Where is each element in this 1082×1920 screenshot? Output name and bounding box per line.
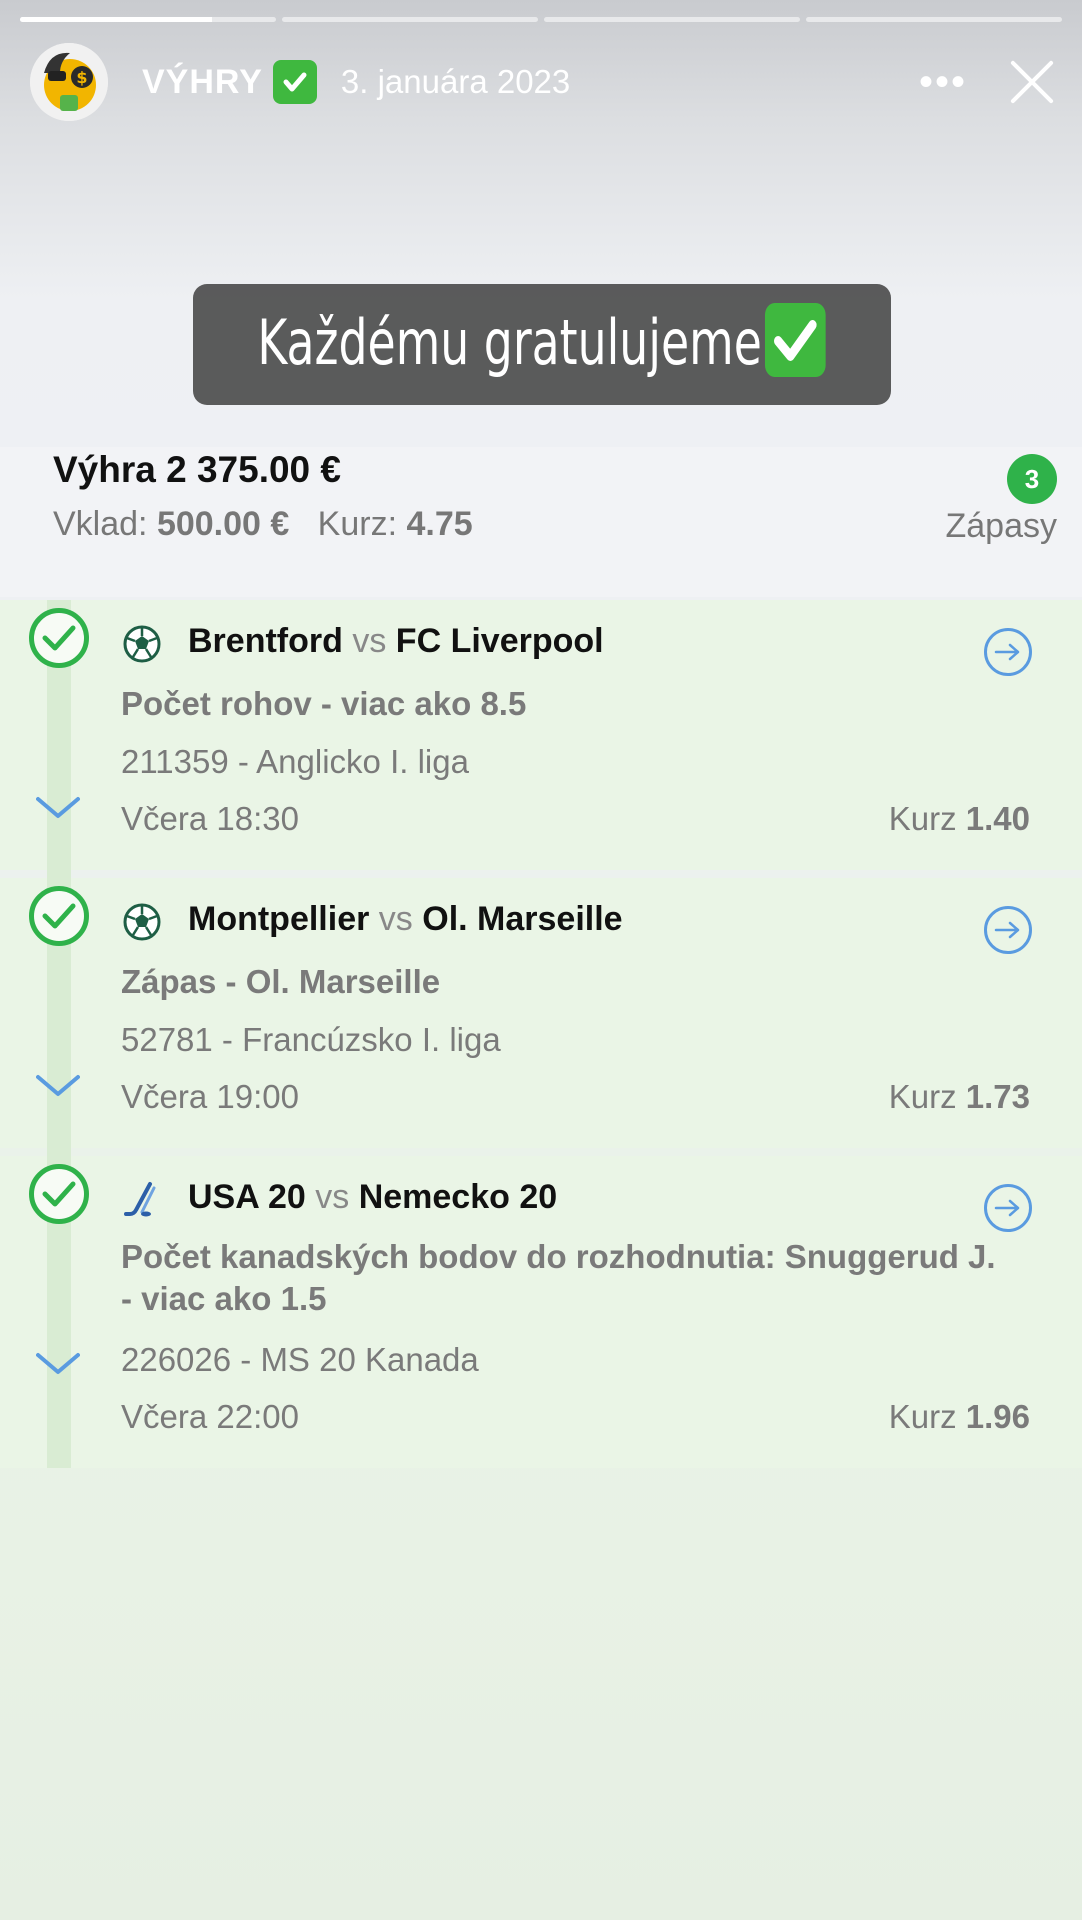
ticket-summary: Výhra 2 375.00 € Vklad: 500.00 € Kurz: 4… [0,447,1082,597]
bet-league: 211359 - Anglicko I. liga [121,743,469,780]
matches-count-badge: 3 [1007,454,1057,504]
bet-market-line: - viac ako 1.5 [121,1280,327,1317]
stake-value: 500.00 € [156,505,290,543]
away-team: FC Liverpool [395,622,604,660]
soccer-ball-icon [123,625,161,663]
home-team: Montpellier [188,900,370,938]
progress-segment [20,17,276,22]
check-mark-icon [765,303,827,378]
chevron-down-icon[interactable] [36,1074,80,1098]
home-team: Brentford [188,622,343,660]
away-team: Ol. Marseille [422,900,623,938]
bet-market: Počet rohov - viac ako 8.5 [121,685,527,722]
won-check-icon [29,886,89,946]
vs-label: vs [315,1178,350,1216]
bet-item[interactable]: USA 20 vs Nemecko 20 Počet kanadských bo… [0,1156,1082,1468]
svg-text:$: $ [76,68,87,87]
bet-league: 52781 - Francúzsko I. liga [121,1021,501,1058]
arrow-right-icon[interactable] [984,628,1032,676]
caption-sticker: Každému gratulujeme [193,284,891,405]
avatar[interactable]: $ [30,43,108,121]
progress-segment [282,17,538,22]
odds-value: 1.40 [965,800,1030,837]
hockey-stick-icon [124,1182,156,1217]
caption-text: Každému gratulujeme [257,305,763,379]
away-team: Nemecko 20 [358,1178,558,1216]
vs-label: vs [378,900,413,938]
odds-label: Kurz [888,1398,957,1435]
chevron-down-icon[interactable] [36,1352,80,1376]
bet-market: Počet kanadských bodov do rozhodnutia: S… [121,1236,1041,1320]
story-header: $ VÝHRY 3. januára 2023 ••• [30,42,1057,122]
total-odds-value: 4.75 [406,505,473,543]
match-teams: Montpellier vs Ol. Marseille [188,900,623,939]
home-team: USA 20 [188,1178,306,1216]
progress-segment [544,17,800,22]
chevron-down-icon[interactable] [36,796,80,820]
bet-time: Včera 18:30 [121,800,299,837]
match-teams: Brentford vs FC Liverpool [188,622,604,661]
arrow-right-icon[interactable] [984,906,1032,954]
odds-label: Kurz [888,1078,957,1115]
stake-label: Vklad: [53,505,148,543]
total-odds-label: Kurz: [317,505,398,543]
story-title[interactable]: VÝHRY [142,63,263,102]
odds-value: 1.73 [965,1078,1030,1115]
more-options-icon[interactable]: ••• [919,62,967,102]
close-icon[interactable] [1007,57,1057,107]
bet-item[interactable]: Montpellier vs Ol. Marseille Zápas - Ol.… [0,878,1082,1156]
stake-odds-line: Vklad: 500.00 € Kurz: 4.75 [53,505,473,544]
bet-item[interactable]: Brentford vs FC Liverpool Počet rohov - … [0,600,1082,878]
won-check-icon [29,1164,89,1224]
bet-odds: Kurz 1.40 [889,800,1030,838]
check-mark-icon [272,60,317,104]
odds-label: Kurz [888,800,957,837]
bet-league: 226026 - MS 20 Kanada [121,1341,479,1378]
won-check-icon [29,608,89,668]
matches-label: Zápasy [945,507,1058,545]
bet-odds: Kurz 1.73 [889,1078,1030,1116]
story-date: 3. januára 2023 [340,63,571,100]
bet-time: Včera 19:00 [121,1078,299,1115]
match-teams: USA 20 vs Nemecko 20 [188,1178,557,1217]
bet-odds: Kurz 1.96 [889,1398,1030,1436]
bet-market: Zápas - Ol. Marseille [121,963,441,1000]
odds-value: 1.96 [965,1398,1030,1435]
arrow-right-icon[interactable] [984,1184,1032,1232]
story-progress [20,17,1062,22]
soccer-ball-icon [123,903,161,941]
bet-list: Brentford vs FC Liverpool Počet rohov - … [0,600,1082,1476]
progress-segment [806,17,1062,22]
win-amount: Výhra 2 375.00 € [53,449,341,490]
bet-market-line: Počet kanadských bodov do rozhodnutia: S… [121,1238,996,1275]
vs-label: vs [352,622,387,660]
bet-time: Včera 22:00 [121,1398,299,1435]
